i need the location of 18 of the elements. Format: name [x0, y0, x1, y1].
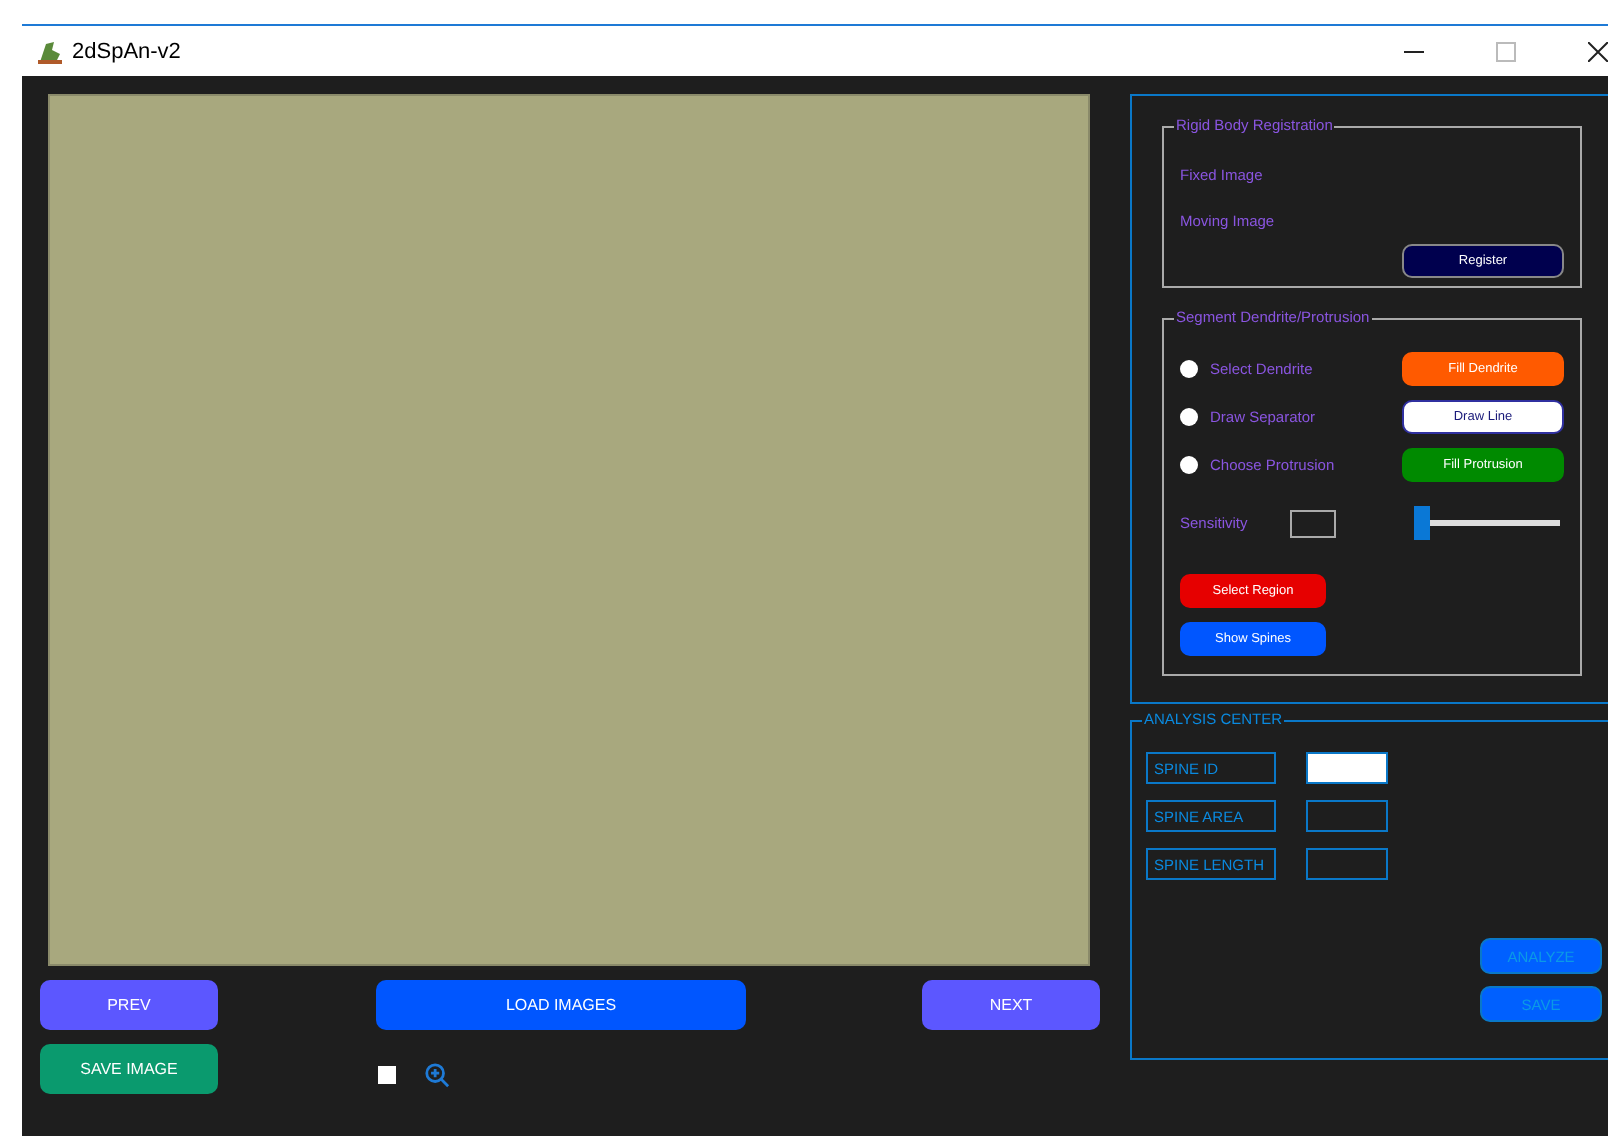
- value-field[interactable]: [1306, 848, 1388, 880]
- save-image-button[interactable]: SAVE IMAGE: [40, 1044, 218, 1094]
- radio-button[interactable]: [1180, 360, 1198, 378]
- close-icon[interactable]: [1588, 41, 1608, 61]
- app-icon: [36, 37, 64, 65]
- value-field[interactable]: [1306, 800, 1388, 832]
- viewer-button[interactable]: PREV: [40, 980, 218, 1030]
- zoom-in-icon[interactable]: [424, 1062, 450, 1088]
- checkbox[interactable]: [378, 1066, 396, 1084]
- viewer-button[interactable]: NEXT: [922, 980, 1100, 1030]
- value-field[interactable]: [1306, 752, 1388, 784]
- slider-handle[interactable]: [1414, 506, 1430, 540]
- window-title: 2dSpAn-v2: [72, 39, 181, 63]
- sensitivity-field[interactable]: [1290, 509, 1336, 537]
- viewer-button[interactable]: LOAD IMAGES: [376, 980, 746, 1030]
- radio-button[interactable]: [1180, 408, 1198, 426]
- sensitivity-slider[interactable]: [1414, 506, 1560, 540]
- radio-button[interactable]: [1180, 456, 1198, 474]
